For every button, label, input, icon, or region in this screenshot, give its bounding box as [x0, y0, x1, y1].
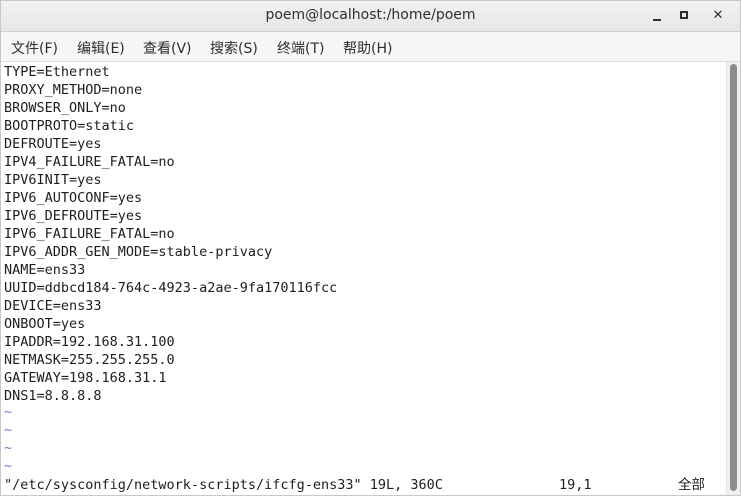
status-cursor-position: 19,1 [559, 477, 592, 493]
terminal-content[interactable]: TYPE=Ethernet PROXY_METHOD=none BROWSER_… [1, 62, 726, 495]
empty-line-tilde: ~ [4, 404, 13, 420]
status-scroll-percent: 全部 [678, 477, 705, 493]
terminal-line: IPV6_FAILURE_FATAL=no [4, 226, 175, 242]
terminal-line: IPADDR=192.168.31.100 [4, 334, 175, 350]
menu-edit[interactable]: 编辑(E) [77, 38, 125, 58]
terminal-line: IPV6INIT=yes [4, 172, 102, 188]
terminal-line: DNS1=8.8.8.8 [4, 388, 102, 404]
terminal-line: IPV6_ADDR_GEN_MODE=stable-privacy [4, 244, 273, 260]
menu-search[interactable]: 搜索(S) [210, 38, 258, 58]
menu-view[interactable]: 查看(V) [143, 38, 192, 58]
terminal-line: TYPE=Ethernet [4, 64, 110, 80]
terminal-line: UUID=ddbcd184-764c-4923-a2ae-9fa170116fc… [4, 280, 338, 296]
terminal-line: BOOTPROTO=static [4, 118, 135, 134]
minimize-icon [653, 19, 661, 21]
empty-line-tilde: ~ [4, 422, 13, 438]
window-title: poem@localhost:/home/poem [265, 7, 476, 23]
terminal-line: PROXY_METHOD=none [4, 82, 143, 98]
menu-file[interactable]: 文件(F) [11, 38, 58, 58]
menu-terminal[interactable]: 终端(T) [277, 38, 324, 58]
empty-line-tilde: ~ [4, 458, 13, 474]
close-icon: ✕ [712, 8, 724, 23]
minimize-button[interactable] [646, 5, 668, 27]
status-file-info: "/etc/sysconfig/network-scripts/ifcfg-en… [4, 477, 443, 493]
terminal-line: BROWSER_ONLY=no [4, 100, 126, 116]
maximize-icon [680, 11, 688, 19]
terminal-line: GATEWAY=198.168.31.1 [4, 370, 167, 386]
empty-line-tilde: ~ [4, 440, 13, 456]
menu-bar: 文件(F) 编辑(E) 查看(V) 搜索(S) 终端(T) 帮助(H) [1, 32, 740, 62]
menu-help[interactable]: 帮助(H) [343, 38, 392, 58]
terminal-line: IPV4_FAILURE_FATAL=no [4, 154, 175, 170]
terminal-line: IPV6_AUTOCONF=yes [4, 190, 143, 206]
terminal-window: poem@localhost:/home/poem ✕ 文件(F) 编辑(E) … [0, 0, 741, 496]
terminal-line: ONBOOT=yes [4, 316, 86, 332]
terminal-line: DEVICE=ens33 [4, 298, 102, 314]
title-bar[interactable]: poem@localhost:/home/poem ✕ [1, 1, 740, 32]
terminal-line: NAME=ens33 [4, 262, 86, 278]
scrollbar-thumb[interactable] [730, 64, 737, 491]
terminal-line: NETMASK=255.255.255.0 [4, 352, 175, 368]
close-button[interactable]: ✕ [707, 5, 729, 27]
maximize-button[interactable] [674, 5, 696, 27]
terminal-line: IPV6_DEFROUTE=yes [4, 208, 143, 224]
terminal-line: DEFROUTE=yes [4, 136, 102, 152]
vertical-scrollbar[interactable] [726, 62, 740, 495]
